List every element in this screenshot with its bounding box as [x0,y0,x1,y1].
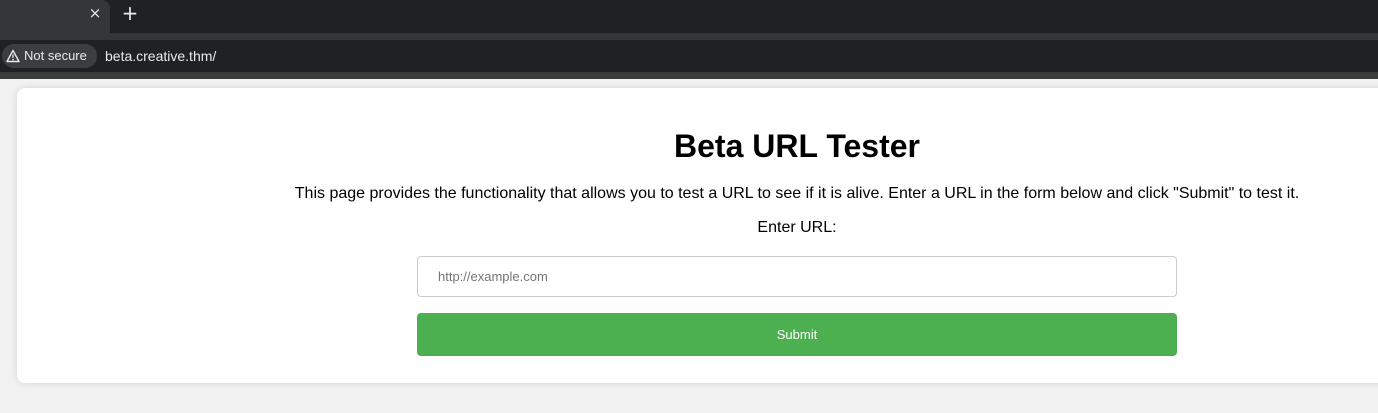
warning-triangle-icon [6,49,20,63]
site-security-chip[interactable]: Not secure [2,44,97,68]
browser-tab-strip: × + [0,0,1378,33]
toolbar-divider [0,73,1378,79]
security-status-label: Not secure [24,48,87,63]
new-tab-plus-icon[interactable]: + [120,3,140,23]
browser-tab[interactable]: × [0,0,110,33]
address-bar-url[interactable]: beta.creative.thm/ [105,47,216,65]
url-input[interactable] [417,256,1177,297]
page-title: Beta URL Tester [674,128,920,164]
submit-button[interactable]: Submit [417,313,1177,356]
page-description: This page provides the functionality tha… [294,185,1300,202]
url-field-label: Enter URL: [757,219,837,236]
tab-close-icon[interactable]: × [86,4,104,22]
